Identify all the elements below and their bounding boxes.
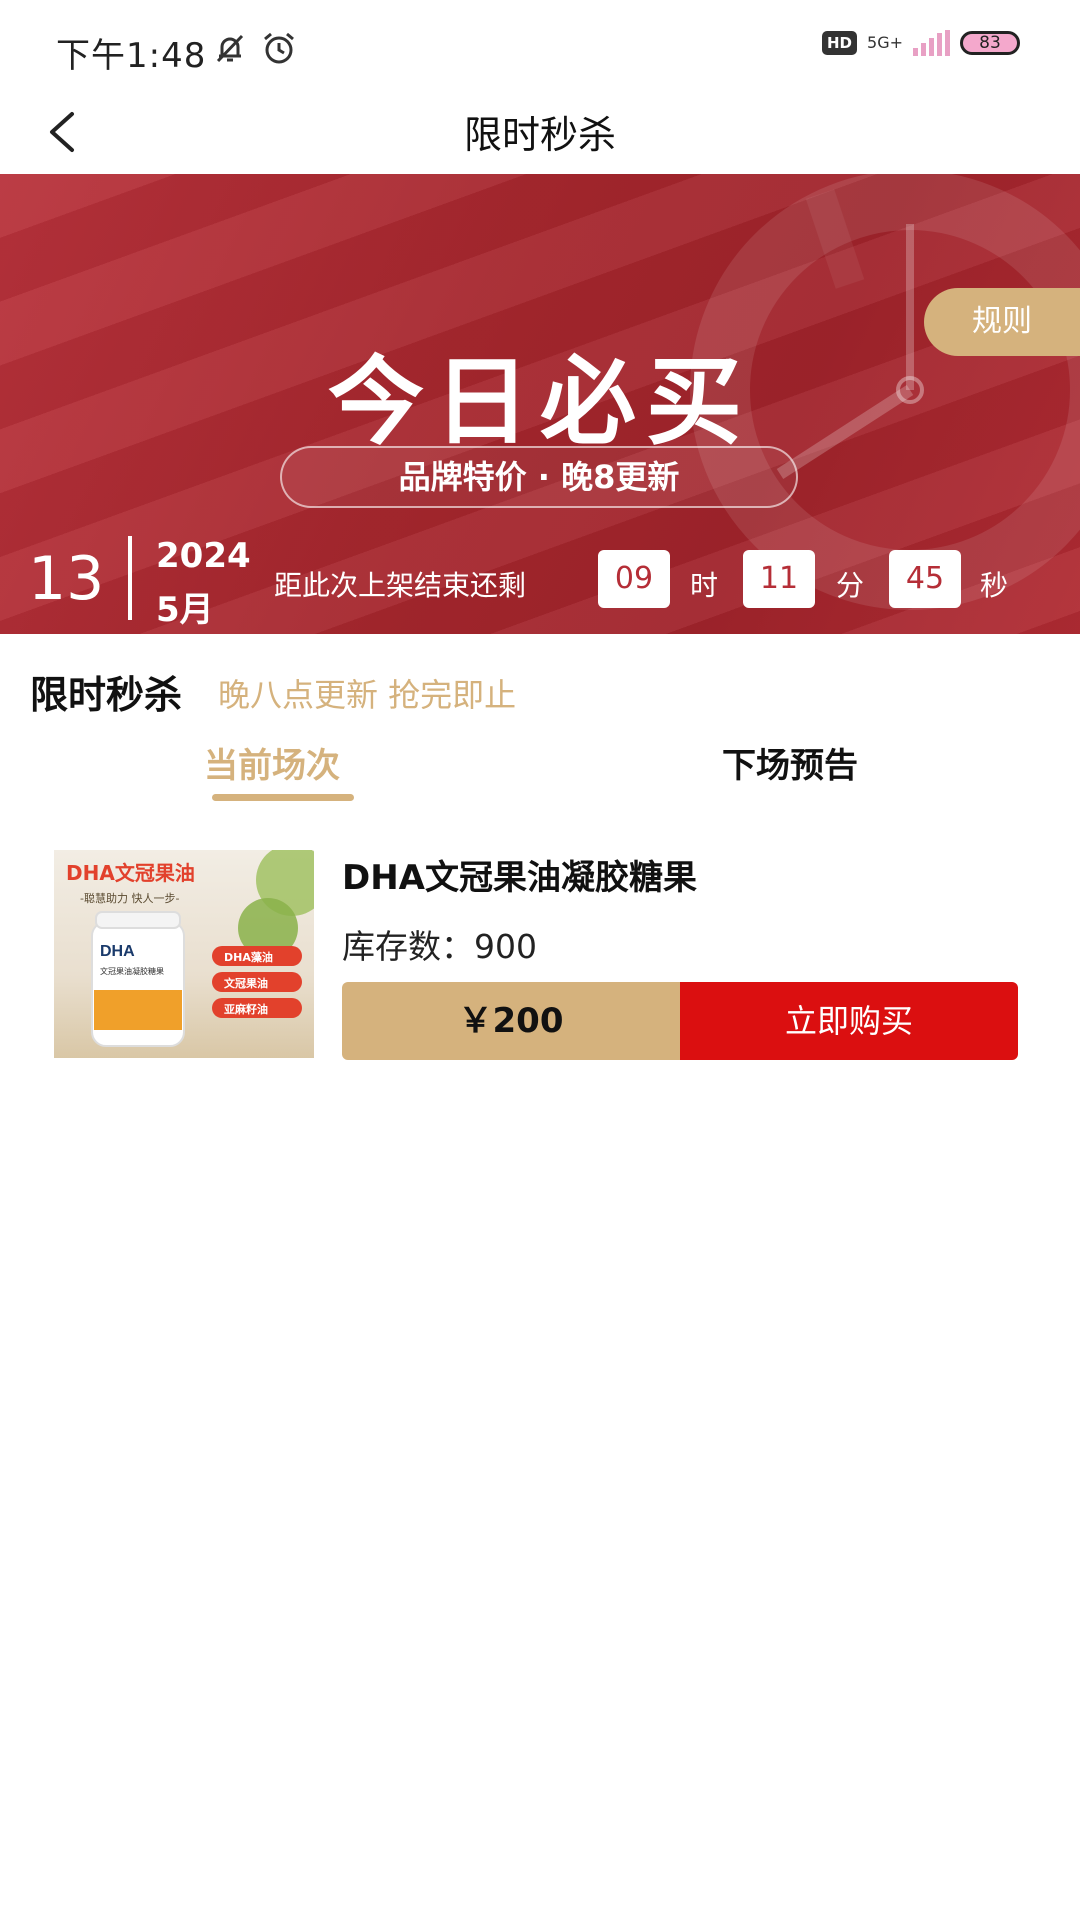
stock-value: 900 [474, 927, 537, 966]
bottle-sublabel: 文冠果油凝胶糖果 [100, 966, 164, 976]
image-slogan: -聪慧助力 快人一步- [80, 891, 179, 905]
stock-label: 库存数： [342, 927, 474, 966]
price-tag: ￥200 [342, 982, 680, 1060]
page-title: 限时秒杀 [463, 113, 616, 157]
product-card[interactable]: DHA 文冠果油凝胶糖果 DHA藻油 文冠果油 亚麻籽油 DHA文冠果油 -聪慧… [54, 850, 1018, 1060]
hd-badge: HD [822, 31, 858, 55]
alarm-icon [264, 32, 294, 64]
badge-wenguan: 文冠果油 [224, 976, 268, 990]
header: 限时秒杀 [0, 100, 1080, 174]
tab-current-session[interactable]: 当前场次 [204, 738, 340, 787]
status-icons [212, 30, 298, 66]
tab-active-indicator [212, 794, 354, 801]
bottle-label: DHA [100, 943, 135, 960]
countdown-hours: 09 [598, 550, 670, 608]
bell-off-icon [216, 34, 244, 63]
product-illustration: DHA 文冠果油凝胶糖果 DHA藻油 文冠果油 亚麻籽油 DHA文冠果油 -聪慧… [66, 850, 314, 1047]
countdown-minutes: 11 [743, 550, 815, 608]
section-title: 限时秒杀 [30, 673, 183, 717]
status-right: HD 5G+ 83 [822, 30, 1020, 56]
badge-linseed: 亚麻籽油 [224, 1002, 268, 1016]
image-title: DHA文冠果油 [66, 861, 195, 885]
date-year: 2024 [156, 536, 251, 576]
stock-row: 库存数：900 [342, 920, 537, 968]
countdown-seconds-unit: 秒 [980, 569, 1009, 602]
section-subtitle: 晚八点更新 抢完即止 [218, 676, 517, 714]
banner-headline: 今日必买 [328, 346, 752, 458]
signal-icon [913, 30, 950, 56]
network-type: 5G+ [867, 33, 903, 52]
countdown-minutes-unit: 分 [836, 569, 865, 602]
countdown-hours-unit: 时 [690, 569, 719, 602]
countdown-seconds: 45 [889, 550, 961, 608]
battery-icon: 83 [960, 31, 1020, 55]
date-divider [128, 536, 132, 620]
product-image[interactable]: DHA 文冠果油凝胶糖果 DHA藻油 文冠果油 亚麻籽油 DHA文冠果油 -聪慧… [54, 850, 314, 1058]
promo-banner: 规则 今日必买 品牌特价 · 晚8更新 13 2024 5月 距此次上架结束还剩… [0, 174, 1080, 634]
product-name[interactable]: DHA文冠果油凝胶糖果 [342, 850, 697, 899]
tab-next-preview[interactable]: 下场预告 [722, 738, 858, 787]
date-month: 5月 [156, 590, 214, 630]
price-bar: ￥200 立即购买 [342, 982, 1018, 1060]
banner-subtitle: 品牌特价 · 晚8更新 [280, 446, 798, 508]
countdown-label: 距此次上架结束还剩 [274, 569, 527, 602]
date-day: 13 [28, 544, 105, 614]
buy-now-button[interactable]: 立即购买 [680, 982, 1018, 1060]
badge-dha: DHA藻油 [224, 950, 273, 964]
status-bar: 下午1:48 HD 5G+ 83 [0, 0, 1080, 100]
status-time: 下午1:48 [56, 36, 207, 76]
